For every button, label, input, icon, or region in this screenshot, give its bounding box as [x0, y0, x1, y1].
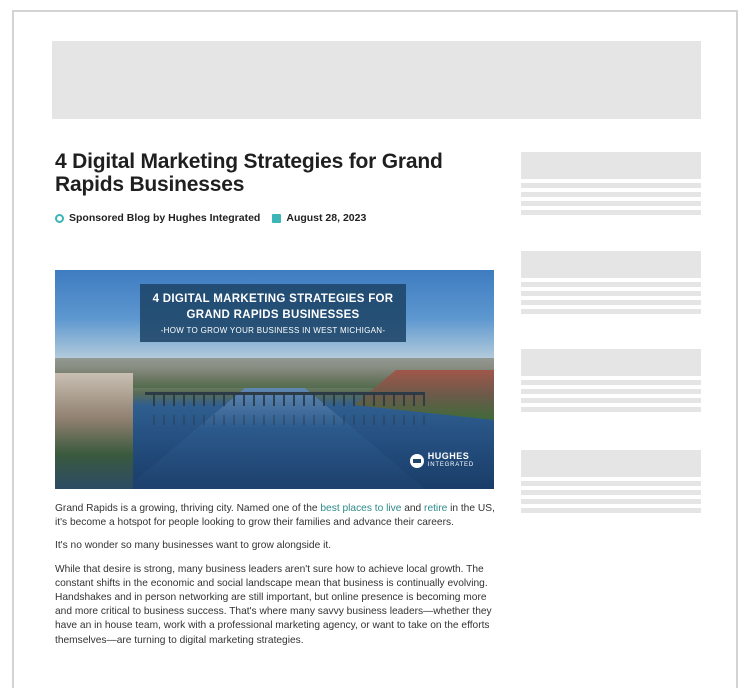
article-header: 4 Digital Marketing Strategies for Grand…	[55, 150, 495, 224]
sidebar-placeholder-line	[521, 389, 701, 394]
sidebar-placeholder-line	[521, 282, 701, 287]
sidebar-placeholder-block	[521, 251, 701, 314]
sidebar-placeholder-line	[521, 210, 701, 215]
sidebar-placeholder-line	[521, 183, 701, 188]
paragraph-3: While that desire is strong, many busine…	[55, 563, 492, 646]
best-places-link[interactable]: best places to live	[320, 503, 401, 514]
hero-overlay-title-line1: 4 DIGITAL MARKETING STRATEGIES FOR	[152, 293, 394, 305]
hughes-logo-icon	[409, 453, 424, 468]
hero-title-overlay: 4 DIGITAL MARKETING STRATEGIES FOR GRAND…	[140, 284, 406, 342]
sidebar-placeholder-line	[521, 291, 701, 296]
sidebar-placeholder-line	[521, 192, 701, 197]
logo-line1: HUGHES	[427, 451, 470, 461]
ad-banner-placeholder	[52, 41, 701, 119]
left-riverbank	[55, 373, 133, 489]
bridge-reflection	[145, 415, 425, 425]
hero-overlay-subtitle: -HOW TO GROW YOUR BUSINESS IN WEST MICHI…	[160, 326, 386, 335]
hero-overlay-title-line2: GRAND RAPIDS BUSINESSES	[186, 309, 360, 321]
sidebar-placeholder-line	[521, 407, 701, 412]
paragraph-1: Grand Rapids is a growing, thriving city…	[55, 502, 495, 530]
sidebar-placeholder-line	[521, 499, 701, 504]
retire-link[interactable]: retire	[424, 503, 447, 514]
sidebar-placeholder-block	[521, 349, 701, 412]
sidebar-placeholder-heading	[521, 450, 701, 477]
p1-text-a: Grand Rapids is a growing, thriving city…	[55, 503, 321, 514]
p1-text-b: and	[401, 503, 425, 514]
bridge	[145, 392, 425, 406]
sidebar-placeholder-line	[521, 481, 701, 486]
article-title: 4 Digital Marketing Strategies for Grand…	[55, 150, 443, 196]
sidebar-placeholder-line	[521, 490, 701, 495]
sidebar-placeholder-line	[521, 300, 701, 305]
sidebar-placeholder-heading	[521, 152, 701, 179]
sidebar-placeholder-line	[521, 309, 701, 314]
hero-image: 4 DIGITAL MARKETING STRATEGIES FOR GRAND…	[55, 270, 494, 489]
sidebar-placeholder-line	[521, 201, 701, 206]
paragraph-2: It's no wonder so many businesses want t…	[55, 540, 332, 552]
logo-line2: INTEGRATED	[427, 462, 474, 468]
sidebar-placeholder-heading	[521, 349, 701, 376]
sidebar-placeholder-block	[521, 152, 701, 215]
sidebar-placeholder-heading	[521, 251, 701, 278]
hero-overlay-title: 4 DIGITAL MARKETING STRATEGIES FOR GRAND…	[140, 291, 406, 323]
hughes-logo: HUGHES INTEGRATED	[409, 451, 474, 469]
author-byline[interactable]: Sponsored Blog by Hughes Integrated	[69, 212, 260, 224]
publish-date: August 28, 2023	[286, 212, 367, 224]
article-meta: Sponsored Blog by Hughes Integrated Augu…	[55, 212, 495, 224]
calendar-icon	[272, 213, 282, 223]
sidebar-placeholder-line	[521, 398, 701, 403]
sidebar-placeholder-block	[521, 450, 701, 513]
user-icon	[55, 213, 64, 223]
sidebar-placeholder-line	[521, 380, 701, 385]
article-body: Grand Rapids is a growing, thriving city…	[55, 502, 495, 657]
sidebar-placeholder-line	[521, 508, 701, 513]
